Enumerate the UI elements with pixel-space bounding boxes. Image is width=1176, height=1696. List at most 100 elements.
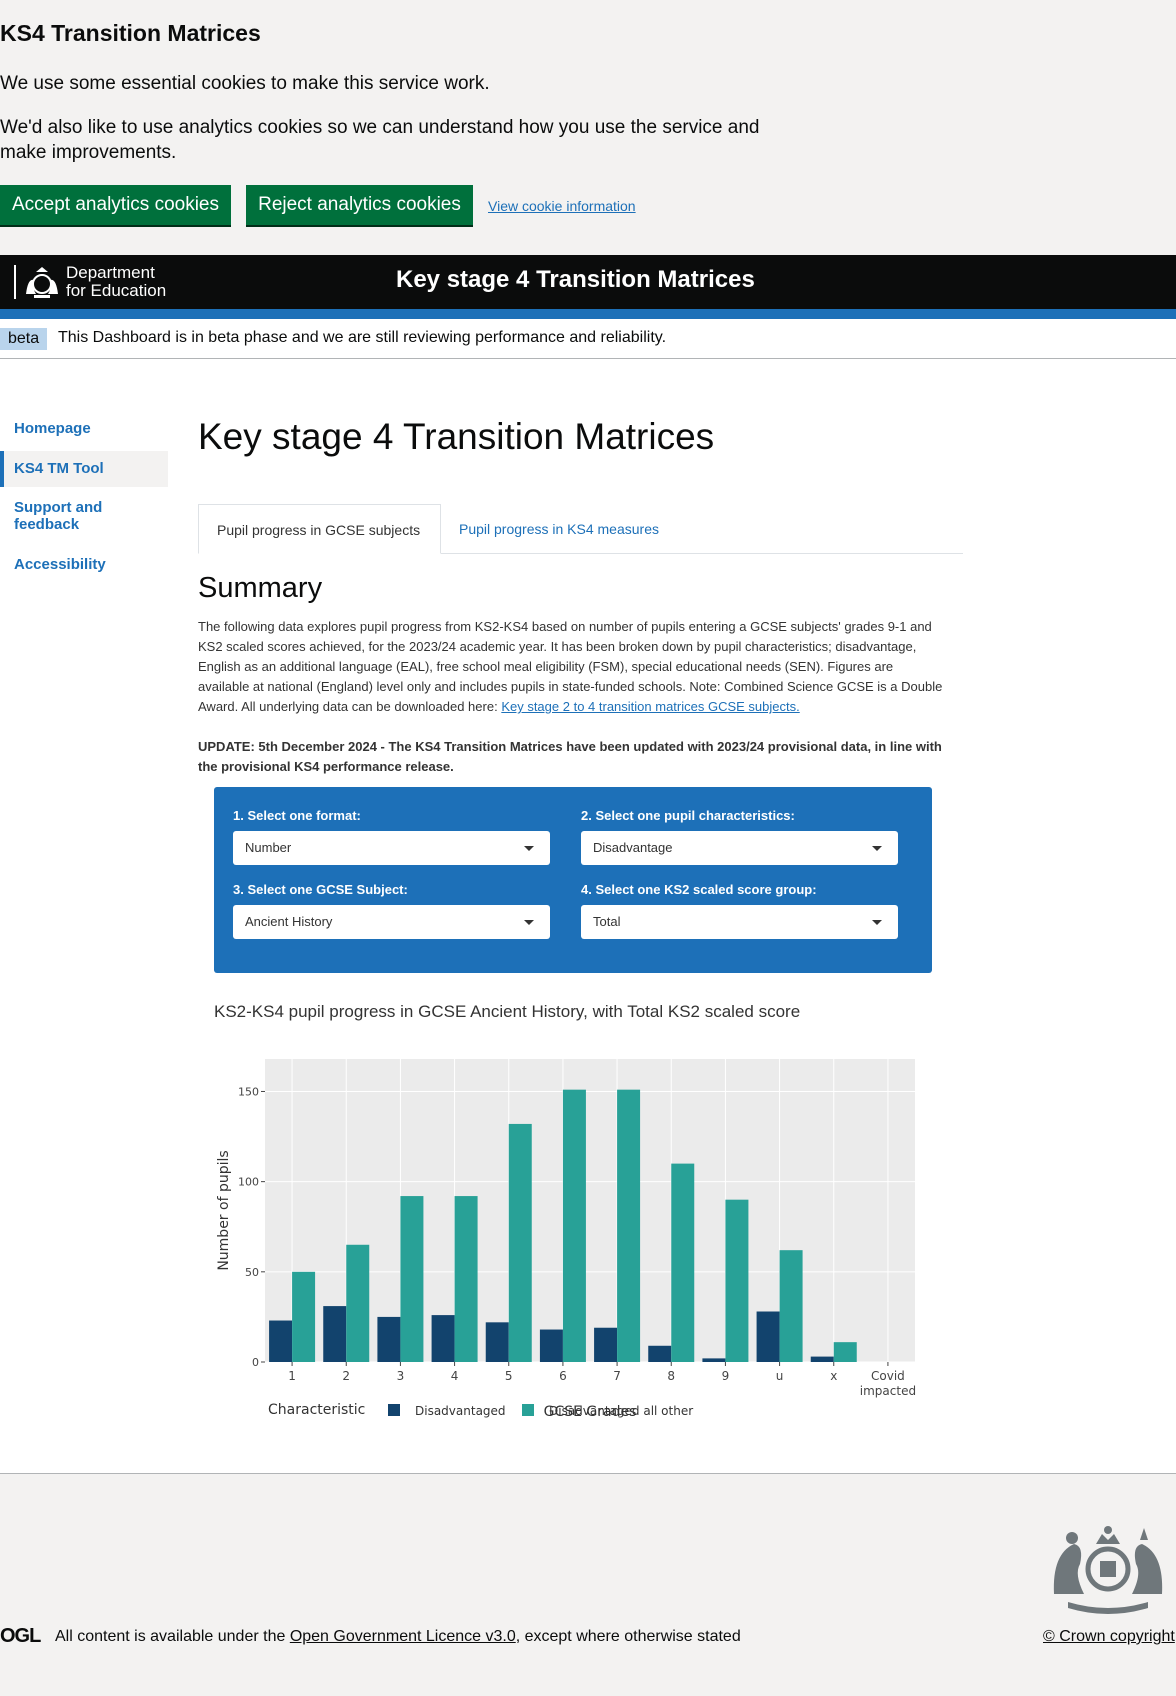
y-tick-label: 50 bbox=[245, 1266, 259, 1279]
cookie-banner-title: KS4 Transition Matrices bbox=[0, 20, 261, 46]
licence-text: All content is available under the Open … bbox=[55, 1628, 741, 1646]
tab-ks4-measures[interactable]: Pupil progress in KS4 measures bbox=[441, 504, 677, 554]
bar-disadvantaged-all-other-8[interactable] bbox=[671, 1163, 695, 1362]
x-tick-label: impacted bbox=[860, 1384, 916, 1398]
x-tick-label: u bbox=[776, 1369, 784, 1383]
sidebar-item-accessibility[interactable]: Accessibility bbox=[0, 556, 168, 573]
subject-label: 3. Select one GCSE Subject: bbox=[233, 882, 408, 897]
department-name: Department for Education bbox=[66, 264, 166, 300]
format-select[interactable]: Number bbox=[233, 831, 550, 865]
chevron-down-icon bbox=[524, 920, 534, 925]
bar-disadvantaged-u[interactable] bbox=[756, 1311, 780, 1363]
bar-disadvantaged-all-other-7[interactable] bbox=[617, 1089, 641, 1362]
site-footer: OGL All content is available under the O… bbox=[0, 1473, 1176, 1696]
sidebar-item-ks4-tm-tool[interactable]: KS4 TM Tool bbox=[0, 451, 168, 487]
bar-disadvantaged-all-other-2[interactable] bbox=[346, 1244, 370, 1362]
format-select-value: Number bbox=[245, 840, 292, 855]
y-tick-label: 0 bbox=[252, 1356, 259, 1369]
x-tick-label: 6 bbox=[559, 1369, 567, 1383]
legend-label[interactable]: Disadvantaged bbox=[415, 1404, 506, 1418]
crown-copyright-link[interactable]: © Crown copyright bbox=[1043, 1628, 1175, 1646]
legend-title: Characteristic bbox=[268, 1402, 365, 1418]
tab-gcse-subjects[interactable]: Pupil progress in GCSE subjects bbox=[198, 504, 441, 554]
licence-prefix: All content is available under the bbox=[55, 1628, 290, 1645]
bar-disadvantaged-all-other-x[interactable] bbox=[833, 1342, 857, 1362]
x-axis-ticks: 1 2 3 4 5 6 7 8 9 u x Covidimpacted bbox=[288, 1362, 916, 1398]
subject-select[interactable]: Ancient History bbox=[233, 905, 550, 939]
open-government-licence-link[interactable]: Open Government Licence v3.0 bbox=[290, 1628, 516, 1645]
legend-swatch[interactable] bbox=[388, 1404, 400, 1416]
x-tick-label: 9 bbox=[722, 1369, 730, 1383]
chart-title: KS2-KS4 pupil progress in GCSE Ancient H… bbox=[214, 1002, 801, 1021]
bar-disadvantaged-all-other-9[interactable] bbox=[725, 1199, 749, 1362]
sidebar-item-support-feedback[interactable]: Support and feedback bbox=[0, 499, 130, 533]
bar-disadvantaged-8[interactable] bbox=[648, 1345, 672, 1362]
ks2-group-label: 4. Select one KS2 scaled score group: bbox=[581, 882, 817, 897]
y-tick-label: 150 bbox=[238, 1085, 259, 1098]
download-data-link[interactable]: Key stage 2 to 4 transition matrices GCS… bbox=[501, 699, 799, 714]
view-cookie-information-link[interactable]: View cookie information bbox=[488, 198, 636, 214]
royal-coat-of-arms-icon bbox=[1053, 1526, 1163, 1614]
department-name-line1: Department bbox=[66, 263, 155, 282]
ks2-group-select-value: Total bbox=[593, 914, 621, 929]
tab-list: Pupil progress in GCSE subjects Pupil pr… bbox=[198, 504, 963, 554]
bar-disadvantaged-all-other-u[interactable] bbox=[779, 1250, 803, 1362]
bar-disadvantaged-all-other-6[interactable] bbox=[562, 1089, 586, 1362]
x-tick-label: 8 bbox=[667, 1369, 675, 1383]
ogl-logo: OGL bbox=[0, 1625, 41, 1647]
page-title: Key stage 4 Transition Matrices bbox=[198, 416, 715, 457]
bar-disadvantaged-9[interactable] bbox=[702, 1358, 726, 1362]
department-name-line2: for Education bbox=[66, 281, 167, 300]
beta-text: This Dashboard is in beta phase and we a… bbox=[58, 329, 667, 346]
bar-disadvantaged-x[interactable] bbox=[810, 1356, 834, 1362]
sidebar-item-homepage[interactable]: Homepage bbox=[0, 420, 168, 437]
bar-disadvantaged-7[interactable] bbox=[594, 1327, 618, 1362]
bar-disadvantaged-4[interactable] bbox=[431, 1315, 455, 1362]
chevron-down-icon bbox=[524, 846, 534, 851]
phase-banner: beta This Dashboard is in beta phase and… bbox=[0, 319, 1176, 359]
characteristic-select-value: Disadvantage bbox=[593, 840, 673, 855]
x-tick-label: 1 bbox=[288, 1369, 296, 1383]
service-title[interactable]: Key stage 4 Transition Matrices bbox=[396, 266, 755, 294]
ks2-group-select[interactable]: Total bbox=[581, 905, 898, 939]
dfe-logo[interactable]: Department for Education bbox=[14, 262, 166, 302]
bar-disadvantaged-all-other-3[interactable] bbox=[400, 1196, 424, 1362]
chevron-down-icon bbox=[872, 846, 882, 851]
y-axis-ticks: 0 50 100 150 bbox=[238, 1085, 265, 1369]
cookie-banner: KS4 Transition Matrices We use some esse… bbox=[0, 0, 1176, 255]
site-header: Department for Education Key stage 4 Tra… bbox=[0, 255, 1176, 309]
characteristic-label: 2. Select one pupil characteristics: bbox=[581, 808, 795, 823]
logo-divider bbox=[14, 265, 16, 299]
bar-disadvantaged-2[interactable] bbox=[323, 1306, 347, 1362]
update-notice: UPDATE: 5th December 2024 - The KS4 Tran… bbox=[198, 739, 942, 774]
y-axis-label: Number of pupils bbox=[216, 1150, 232, 1270]
legend-swatch[interactable] bbox=[522, 1404, 534, 1416]
bar-chart: 0 50 100 150 1 2 3 4 5 6 7 8 9 u x Covidimpacted Numbe… bbox=[216, 1059, 916, 1420]
bar-disadvantaged-all-other-4[interactable] bbox=[454, 1196, 478, 1362]
y-tick-label: 100 bbox=[238, 1176, 259, 1189]
bar-disadvantaged-all-other-1[interactable] bbox=[292, 1271, 316, 1362]
x-axis-label: GCSE Grades bbox=[544, 1404, 637, 1420]
summary-text: The following data explores pupil progre… bbox=[198, 617, 943, 717]
royal-crest-icon bbox=[26, 267, 58, 298]
x-tick-label: 2 bbox=[342, 1369, 350, 1383]
header-blue-strip bbox=[0, 309, 1176, 319]
x-tick-label: Covid bbox=[871, 1369, 905, 1383]
characteristic-select[interactable]: Disadvantage bbox=[581, 831, 898, 865]
x-tick-label: 4 bbox=[451, 1369, 459, 1383]
cookie-banner-text-analytics: We'd also like to use analytics cookies … bbox=[0, 117, 760, 163]
subject-select-value: Ancient History bbox=[245, 914, 333, 929]
reject-cookies-button[interactable]: Reject analytics cookies bbox=[246, 185, 473, 225]
bar-disadvantaged-3[interactable] bbox=[377, 1316, 401, 1362]
accept-cookies-button[interactable]: Accept analytics cookies bbox=[0, 185, 231, 225]
bar-disadvantaged-1[interactable] bbox=[269, 1320, 293, 1362]
bar-disadvantaged-6[interactable] bbox=[539, 1329, 563, 1362]
x-tick-label: 7 bbox=[613, 1369, 621, 1383]
filter-panel: 1. Select one format: Number 2. Select o… bbox=[214, 787, 932, 973]
x-tick-label: x bbox=[830, 1369, 837, 1383]
beta-tag: beta bbox=[0, 328, 48, 350]
cookie-banner-text-essential: We use some essential cookies to make th… bbox=[0, 73, 490, 94]
bar-disadvantaged-5[interactable] bbox=[485, 1322, 509, 1362]
bar-disadvantaged-all-other-5[interactable] bbox=[508, 1123, 532, 1362]
x-tick-label: 5 bbox=[505, 1369, 513, 1383]
